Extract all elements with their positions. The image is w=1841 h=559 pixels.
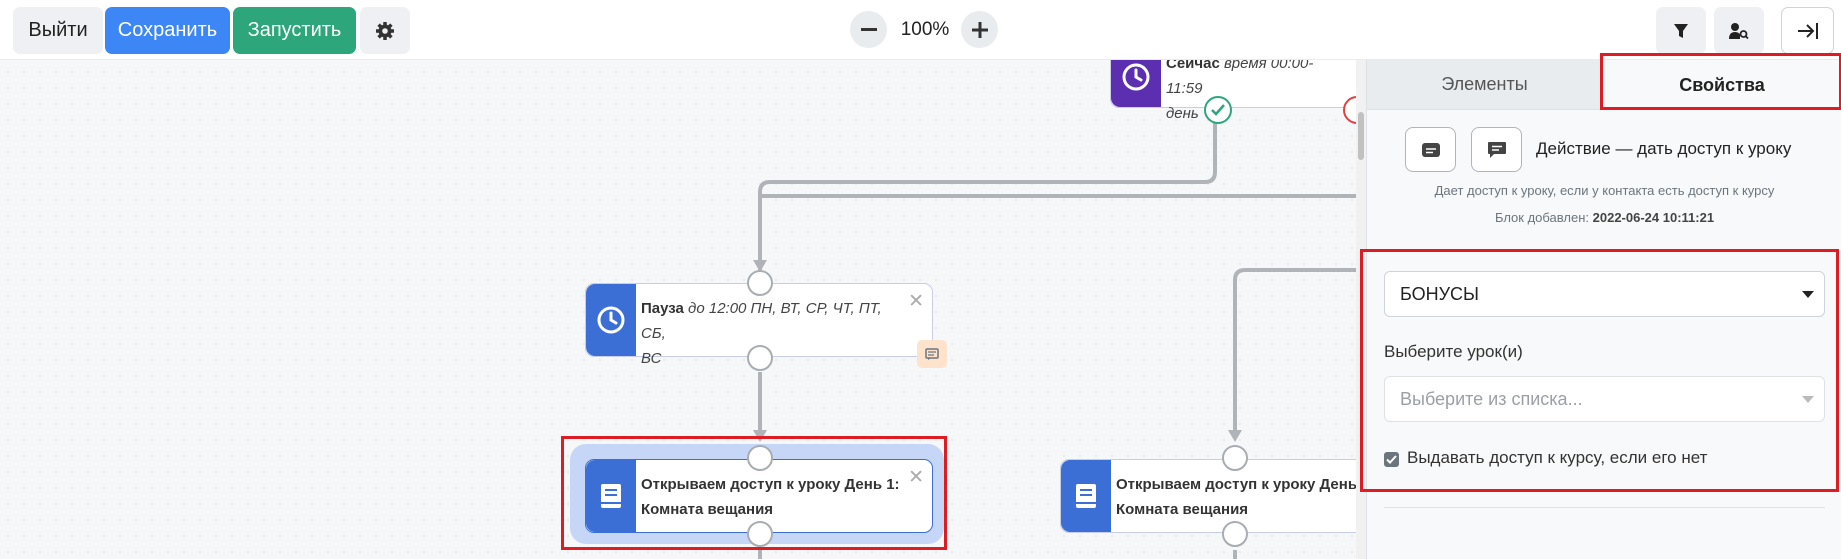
- message-button[interactable]: [1405, 127, 1456, 172]
- lesson-select[interactable]: Выберите из списка...: [1384, 376, 1825, 422]
- properties-panel: Элементы Свойства Действие — дать доступ…: [1360, 53, 1841, 559]
- node-lesson-2-title-2: Комната вещания: [1116, 501, 1249, 518]
- exit-button[interactable]: Выйти: [13, 7, 103, 54]
- connector-top-to-pause: [758, 110, 1217, 270]
- divider: [1384, 507, 1825, 508]
- zoom-in-button[interactable]: [961, 11, 998, 48]
- zoom-level: 100%: [900, 19, 950, 40]
- user-search-button[interactable]: [1714, 7, 1764, 54]
- note-icon[interactable]: [917, 340, 947, 368]
- collapse-panel-button[interactable]: [1781, 7, 1834, 54]
- caret-down-icon: [1802, 291, 1814, 298]
- highlight-box-tab: [1600, 53, 1841, 110]
- comment-button[interactable]: [1471, 127, 1522, 172]
- action-description: Дает доступ к уроку, если у контакта ест…: [1434, 183, 1775, 198]
- block-added-value: 2022-06-24 10:11:21: [1592, 210, 1715, 225]
- settings-button[interactable]: [360, 7, 410, 54]
- message-icon: [1421, 142, 1440, 157]
- block-added-label: Блок добавлен:: [1494, 210, 1589, 225]
- node-pause-output-port[interactable]: [747, 345, 773, 371]
- node-pause-input-port[interactable]: [747, 270, 773, 296]
- course-select[interactable]: БОНУСЫ: [1384, 271, 1825, 317]
- plus-icon: [971, 21, 988, 38]
- close-icon[interactable]: ✕: [908, 292, 924, 311]
- check-icon: [1386, 455, 1397, 464]
- flow-canvas[interactable]: Сейчас время 00:00-11:59 день Пауза до 1…: [0, 0, 1371, 559]
- scrollbar-thumb[interactable]: [1358, 112, 1364, 160]
- user-search-icon: [1729, 22, 1749, 39]
- tab-elements[interactable]: Элементы: [1367, 60, 1602, 110]
- connector-arrowhead: [1228, 430, 1242, 442]
- node-lesson-2-icon-box: [1061, 460, 1111, 532]
- zoom-out-button[interactable]: [850, 11, 887, 48]
- minus-icon: [860, 28, 877, 31]
- grant-course-access-checkbox[interactable]: [1384, 452, 1399, 467]
- success-port-icon[interactable]: [1204, 96, 1232, 124]
- block-added-info: Блок добавлен: 2022-06-24 10:11:21: [1367, 210, 1841, 225]
- grant-course-access-label[interactable]: Выдавать доступ к курсу, если его нет: [1407, 448, 1707, 468]
- node-pause-detail-2: ВС: [641, 350, 662, 367]
- action-title: Действие — дать доступ к уроку: [1536, 139, 1792, 158]
- node-lesson-2[interactable]: Открываем доступ к уроку День 1: Комната…: [1060, 459, 1370, 533]
- highlight-box-node: [561, 436, 947, 550]
- node-timer-detail-2: день: [1166, 105, 1199, 122]
- course-select-value: БОНУСЫ: [1400, 283, 1479, 304]
- clock-icon: [1122, 63, 1150, 91]
- comment-icon: [1487, 141, 1506, 158]
- gear-icon: [376, 21, 394, 40]
- clock-icon: [597, 306, 625, 334]
- toolbar: Выйти Сохранить Запустить 100%: [0, 0, 1841, 60]
- caret-down-icon: [1802, 396, 1814, 403]
- run-button[interactable]: Запустить: [233, 7, 356, 54]
- node-pause-title: Пауза: [641, 300, 684, 317]
- node-lesson-2-input-port[interactable]: [1222, 445, 1248, 471]
- lesson-label: Выберите урок(и): [1384, 342, 1523, 361]
- node-pause-icon-box: [586, 284, 636, 356]
- connector-branch-to-lesson2: [1233, 268, 1356, 438]
- filter-button[interactable]: [1656, 7, 1706, 54]
- node-lesson-2-output-port[interactable]: [1222, 521, 1248, 547]
- book-icon: [1076, 484, 1096, 508]
- lesson-select-placeholder: Выберите из списка...: [1400, 388, 1583, 409]
- arrow-to-right-icon: [1797, 22, 1818, 39]
- node-lesson-2-title-1: Открываем доступ к уроку День 1:: [1116, 476, 1369, 493]
- save-button[interactable]: Сохранить: [105, 7, 230, 54]
- filter-icon: [1674, 23, 1688, 38]
